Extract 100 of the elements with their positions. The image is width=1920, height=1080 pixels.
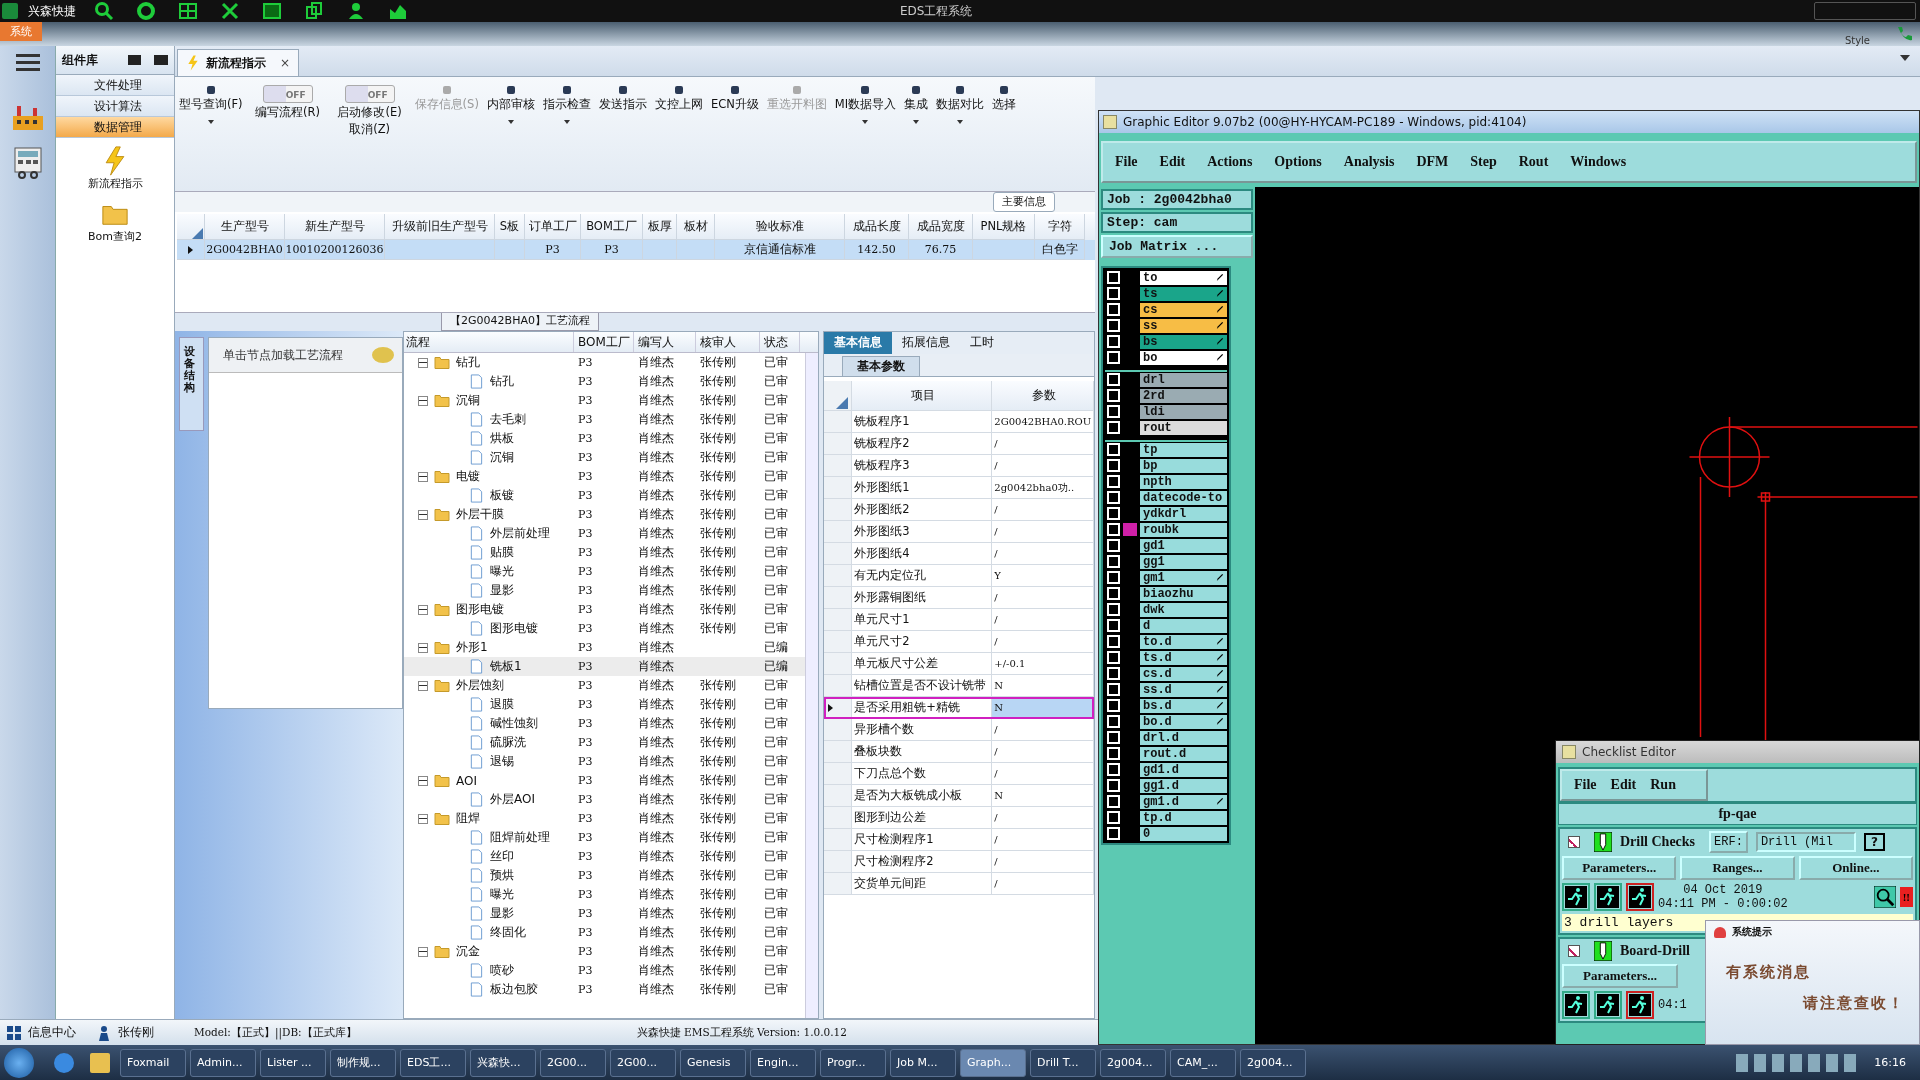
taskbar-item[interactable]: 兴森快... <box>470 1048 536 1077</box>
layer-name[interactable]: ss.d <box>1140 682 1227 697</box>
tab[interactable]: 工时 <box>960 332 1005 354</box>
layer-checkbox[interactable] <box>1107 373 1120 386</box>
layer-name[interactable]: datecode-to <box>1140 490 1227 505</box>
document-tab[interactable]: 新流程指示 × <box>177 49 300 76</box>
checkbox[interactable] <box>1568 836 1580 848</box>
grid-row[interactable]: 2G0042BHA0 10010200126036 P3 P3 京信通信标准 142.50 76.75 白色字 <box>177 240 1095 260</box>
layer-name[interactable]: tp.d <box>1140 810 1227 825</box>
property-row[interactable]: 尺寸检测程序2 / <box>824 851 1094 873</box>
layer-checkbox[interactable] <box>1107 779 1120 792</box>
scrollbar[interactable] <box>805 353 819 1018</box>
tree-row[interactable]: 喷砂 P3 肖维杰 张传刚 已审 <box>404 961 806 980</box>
layer-name[interactable]: cs.d <box>1140 666 1227 681</box>
layer-checkbox[interactable] <box>1107 491 1120 504</box>
film-icon[interactable] <box>262 1 282 21</box>
layer-name[interactable]: ss <box>1140 318 1227 333</box>
lifebuoy-icon[interactable] <box>136 1 156 21</box>
tree-row[interactable]: 沉铜 P3 肖维杰 张传刚 已审 <box>404 448 806 467</box>
column-header[interactable]: 流程 <box>404 332 574 352</box>
runner-icon[interactable] <box>1562 883 1590 911</box>
layer-checkbox[interactable] <box>1107 699 1120 712</box>
taskbar-item[interactable]: Admin... <box>190 1048 256 1077</box>
layer-name[interactable]: bs.d <box>1140 698 1227 713</box>
collapse-toggle-icon[interactable] <box>418 509 428 520</box>
property-row[interactable]: 异形槽个数 / <box>824 719 1094 741</box>
layer-checkbox[interactable] <box>1107 523 1120 536</box>
menu-item[interactable]: Actions <box>1207 154 1253 170</box>
layer-checkbox[interactable] <box>1107 421 1120 434</box>
tree-row[interactable]: 贴膜 P3 肖维杰 张传刚 已审 <box>404 543 806 562</box>
menu-item[interactable]: DFM <box>1416 154 1449 170</box>
layer-name[interactable]: dwk <box>1140 602 1227 617</box>
runner-icon[interactable] <box>1594 991 1622 1019</box>
grid-icon[interactable] <box>178 1 198 21</box>
layer-checkbox[interactable] <box>1107 715 1120 728</box>
property-row[interactable]: 铣板程序1 2G0042BHA0.ROU <box>824 411 1094 433</box>
taskbar-item[interactable]: Drill T... <box>1030 1048 1096 1077</box>
layer-name[interactable]: bp <box>1140 458 1227 473</box>
taskbar-item[interactable]: CAM_... <box>1170 1048 1236 1077</box>
layer-checkbox[interactable] <box>1107 319 1120 332</box>
layer-name[interactable]: gm1 <box>1140 570 1227 585</box>
layer-name[interactable]: roubk <box>1140 522 1227 537</box>
collapse-toggle-icon[interactable] <box>418 946 428 957</box>
tree-row[interactable]: 板镀 P3 肖维杰 张传刚 已审 <box>404 486 806 505</box>
tree-row[interactable]: 曝光 P3 肖维杰 张传刚 已审 <box>404 562 806 581</box>
menu-item[interactable]: Edit <box>1159 154 1186 170</box>
layer-checkbox[interactable] <box>1107 651 1120 664</box>
info-center-link[interactable]: 信息中心 <box>28 1024 76 1041</box>
taskbar-item[interactable]: 2g004... <box>1240 1048 1306 1077</box>
toolbar-button[interactable]: MI数据导入 <box>832 83 899 112</box>
tree-row[interactable]: 曝光 P3 肖维杰 张传刚 已审 <box>404 885 806 904</box>
tree-row[interactable]: 阻焊 P3 肖维杰 张传刚 已审 <box>404 809 806 828</box>
collapse-toggle-icon[interactable] <box>418 680 428 691</box>
property-row[interactable]: 单元板尺寸公差 +/-0.1 <box>824 653 1094 675</box>
menu-item[interactable]: File <box>1115 154 1138 170</box>
tree-row[interactable]: 铣板1 P3 肖维杰 已编 <box>404 657 806 676</box>
taskbar-item[interactable]: Graph... <box>960 1048 1026 1077</box>
column-header[interactable]: 参数 <box>992 381 1094 411</box>
tree-row[interactable]: 外层蚀刻 P3 肖维杰 张传刚 已审 <box>404 676 806 695</box>
tree-row[interactable]: AOI P3 肖维杰 张传刚 已审 <box>404 771 806 790</box>
taskbar-item[interactable]: 制作规... <box>330 1048 396 1077</box>
menu-item[interactable]: Windows <box>1570 154 1627 170</box>
layer-name[interactable]: gg1 <box>1140 554 1227 569</box>
layer-name[interactable]: drl <box>1140 372 1227 387</box>
layer-checkbox[interactable] <box>1107 635 1120 648</box>
layer-name[interactable]: gd1.d <box>1140 762 1227 777</box>
layer-checkbox[interactable] <box>1107 811 1120 824</box>
toolbar-button[interactable]: 集成 <box>902 83 931 112</box>
nav-item[interactable]: 设计算法 <box>56 96 174 117</box>
collapse-toggle-icon[interactable] <box>418 775 428 786</box>
layer-checkbox[interactable] <box>1107 683 1120 696</box>
layer-name[interactable]: to <box>1140 270 1227 285</box>
copy-icon[interactable] <box>304 1 324 21</box>
tree-row[interactable]: 硫脲洗 P3 肖维杰 张传刚 已审 <box>404 733 806 752</box>
taskbar-item[interactable]: Lister ... <box>260 1048 326 1077</box>
tile-label[interactable]: Bom查询2 <box>88 229 142 244</box>
property-row[interactable]: 图形到边公差 / <box>824 807 1094 829</box>
tree-row[interactable]: 外层AOI P3 肖维杰 张传刚 已审 <box>404 790 806 809</box>
tree-row[interactable]: 图形电镀 P3 肖维杰 张传刚 已审 <box>404 619 806 638</box>
layer-checkbox[interactable] <box>1107 603 1120 616</box>
tree-row[interactable]: 丝印 P3 肖维杰 张传刚 已审 <box>404 847 806 866</box>
tree-row[interactable]: 电镀 P3 肖维杰 张传刚 已审 <box>404 467 806 486</box>
menu-item[interactable]: Run <box>1650 777 1676 793</box>
layer-checkbox[interactable] <box>1107 443 1120 456</box>
tree-row[interactable]: 去毛刺 P3 肖维杰 张传刚 已审 <box>404 410 806 429</box>
close-button[interactable]: × <box>280 56 291 70</box>
layer-name[interactable]: bs <box>1140 334 1227 349</box>
erf-field[interactable]: Drill (Mil <box>1755 832 1856 852</box>
subtab[interactable]: 基本参数 <box>842 356 921 376</box>
runner-icon[interactable] <box>1562 991 1590 1019</box>
start-button[interactable] <box>4 1047 34 1078</box>
layer-name[interactable]: ts <box>1140 286 1227 301</box>
tab[interactable]: 拓展信息 <box>892 332 961 354</box>
property-row[interactable]: 是否为大板铣成小板 N <box>824 785 1094 807</box>
toolbar-button[interactable]: 内部审核 <box>484 83 537 112</box>
layer-name[interactable]: rout <box>1140 420 1227 435</box>
layer-name[interactable]: 2rd <box>1140 388 1227 403</box>
layer-checkbox[interactable] <box>1107 475 1120 488</box>
property-row[interactable]: 铣板程序3 / <box>824 455 1094 477</box>
search-icon[interactable] <box>94 1 114 21</box>
